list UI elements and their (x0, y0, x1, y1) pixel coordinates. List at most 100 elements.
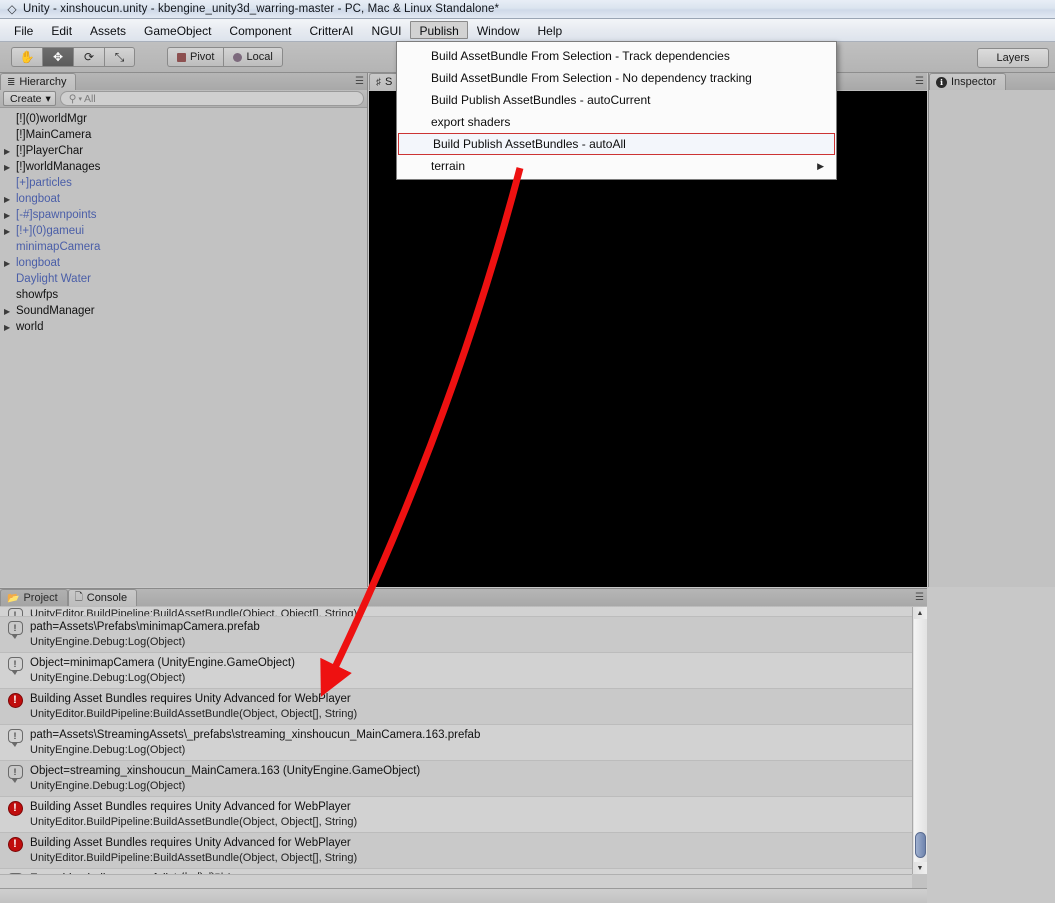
scroll-up-icon[interactable]: ▲ (914, 607, 927, 619)
console-log-entry[interactable]: ! Building Asset Bundles requires Unity A… (0, 797, 912, 833)
menu-edit[interactable]: Edit (42, 21, 81, 39)
menu-publish[interactable]: Publish (410, 21, 468, 39)
grid-icon: ♯ (376, 76, 381, 88)
move-icon: ✥ (52, 50, 64, 64)
unity-logo-icon: ◇ (7, 2, 17, 16)
console-log-entry[interactable]: ! Object=streaming_xinshoucun_MainCamera.… (0, 761, 912, 797)
hierarchy-item[interactable]: ▶ [!]worldManages (0, 159, 367, 175)
hand-tool-button[interactable]: ✋ (11, 47, 42, 67)
console-log-entry[interactable]: ! path=Assets\StreamingAssets\_prefabs\st… (0, 725, 912, 761)
spacer-icon: ▶ (4, 275, 16, 284)
publish-menu-item[interactable]: Build AssetBundle From Selection - No de… (397, 67, 836, 89)
inspector-panel: ℹ Inspector (928, 73, 1055, 587)
console-log-entry[interactable]: ! path=Assets\Prefabs\minimapCamera.prefa… (0, 617, 912, 653)
menu-help[interactable]: Help (529, 21, 572, 39)
menu-window[interactable]: Window (468, 21, 529, 39)
hierarchy-item[interactable]: ▶ world (0, 319, 367, 335)
chevron-down-icon: ▾ (45, 92, 51, 105)
move-tool-button[interactable]: ✥ (42, 47, 73, 67)
hierarchy-item[interactable]: ▶[!](0)worldMgr (0, 111, 367, 127)
hierarchy-item[interactable]: ▶minimapCamera (0, 239, 367, 255)
console-panel-menu-icon[interactable]: ☰ (915, 592, 924, 603)
hierarchy-item[interactable]: ▶ [-#]spawnpoints (0, 207, 367, 223)
log-stacktrace: UnityEditor.BuildPipeline:BuildAssetBund… (30, 816, 358, 828)
console-log-entry[interactable]: ! UnityEditor.BuildPipeline:BuildAssetBun… (0, 607, 912, 617)
menu-assets[interactable]: Assets (81, 21, 135, 39)
log-stacktrace: UnityEditor.BuildPipeline:BuildAssetBund… (30, 708, 358, 720)
scale-tool-button[interactable]: ⤡ (104, 47, 135, 67)
hierarchy-item[interactable]: ▶[+]particles (0, 175, 367, 191)
console-tab-row: 📂 Project 🗋 Console ☰ (0, 589, 927, 606)
folder-icon: 📂 (7, 592, 20, 604)
console-log-entry[interactable]: ! Object=minimapCamera (UnityEngine.GameO… (0, 653, 912, 689)
rotate-icon: ⟳ (83, 50, 95, 64)
hierarchy-item-label: [!]PlayerChar (16, 145, 84, 157)
hierarchy-item-label: longboat (16, 257, 61, 269)
expand-arrow-icon[interactable]: ▶ (4, 163, 16, 172)
publish-menu-item[interactable]: Build AssetBundle From Selection - Track… (397, 45, 836, 67)
hierarchy-item[interactable]: ▶ [!+](0)gameui (0, 223, 367, 239)
tab-console[interactable]: 🗋 Console (67, 589, 138, 606)
hierarchy-item-label: SoundManager (16, 305, 95, 317)
expand-arrow-icon[interactable]: ▶ (4, 259, 16, 268)
rotate-tool-button[interactable]: ⟳ (73, 47, 104, 67)
menu-gameobject[interactable]: GameObject (135, 21, 220, 39)
expand-arrow-icon[interactable]: ▶ (4, 307, 16, 316)
transform-tools: ✋ ✥ ⟳ ⤡ (11, 47, 135, 67)
spacer-icon: ▶ (4, 179, 16, 188)
hierarchy-item[interactable]: ▶showfps (0, 287, 367, 303)
inspector-body (929, 90, 1055, 587)
expand-arrow-icon[interactable]: ▶ (4, 147, 16, 156)
console-scrollbar[interactable]: ▲ ▼ (912, 607, 927, 874)
menu-critterai[interactable]: CritterAI (300, 21, 362, 39)
publish-menu-item[interactable]: export shaders (397, 111, 836, 133)
log-stacktrace: UnityEditor.BuildPipeline:BuildAssetBund… (30, 852, 358, 864)
menu-ngui[interactable]: NGUI (362, 21, 410, 39)
publish-menu-item[interactable]: Build Publish AssetBundles - autoCurrent (397, 89, 836, 111)
expand-arrow-icon[interactable]: ▶ (4, 195, 16, 204)
log-message: Building Asset Bundles requires Unity Ad… (30, 801, 351, 813)
scene-panel-menu-icon[interactable]: ☰ (915, 76, 924, 87)
inspector-tab-row: ℹ Inspector (929, 73, 1055, 90)
hierarchy-search-input[interactable]: ⚲ ▾ All (59, 91, 364, 106)
hierarchy-item[interactable]: ▶ [!]PlayerChar (0, 143, 367, 159)
create-dropdown-button[interactable]: Create ▾ (3, 91, 56, 106)
console-horizontal-scroll[interactable] (0, 874, 912, 888)
hierarchy-item[interactable]: ▶[!]MainCamera (0, 127, 367, 143)
hierarchy-panel-menu-icon[interactable]: ☰ (355, 76, 364, 87)
info-icon: ! (7, 765, 23, 783)
hierarchy-item[interactable]: ▶Daylight Water (0, 271, 367, 287)
scrollbar-track[interactable] (913, 619, 927, 862)
hierarchy-item[interactable]: ▶ SoundManager (0, 303, 367, 319)
console-log-entry[interactable]: ! Building Asset Bundles requires Unity A… (0, 833, 912, 869)
expand-arrow-icon[interactable]: ▶ (4, 323, 16, 332)
publish-menu-item[interactable]: terrain ▶ (397, 155, 836, 177)
console-log-entry[interactable]: ! Building Asset Bundles requires Unity A… (0, 689, 912, 725)
tab-project[interactable]: 📂 Project (0, 589, 68, 606)
pivot-toggle-button[interactable]: Pivot (167, 47, 224, 67)
log-stacktrace: UnityEditor.BuildPipeline:BuildAssetBund… (30, 608, 358, 617)
hierarchy-item-label: Daylight Water (16, 273, 91, 285)
status-bar (0, 888, 927, 903)
tab-inspector[interactable]: ℹ Inspector (929, 73, 1007, 90)
hierarchy-item[interactable]: ▶ longboat (0, 191, 367, 207)
error-icon: ! (7, 801, 23, 816)
hierarchy-item[interactable]: ▶ longboat (0, 255, 367, 271)
hierarchy-item-label: [!+](0)gameui (16, 225, 85, 237)
tab-hierarchy[interactable]: ≣ Hierarchy (0, 73, 77, 90)
expand-arrow-icon[interactable]: ▶ (4, 227, 16, 236)
console-log-list[interactable]: ! UnityEditor.BuildPipeline:BuildAssetBun… (0, 607, 912, 874)
scroll-down-icon[interactable]: ▼ (914, 862, 927, 874)
pivot-icon (177, 52, 186, 62)
project-tab-label: Project (23, 592, 58, 604)
layers-dropdown-button[interactable]: Layers (977, 48, 1049, 68)
publish-menu-item[interactable]: Build Publish AssetBundles - autoAll (398, 133, 835, 155)
info-icon: ! (7, 729, 23, 747)
expand-arrow-icon[interactable]: ▶ (4, 211, 16, 220)
menu-file[interactable]: File (5, 21, 42, 39)
scrollbar-thumb[interactable] (914, 832, 926, 858)
menu-component[interactable]: Component (220, 21, 300, 39)
publish-menu-item-label: terrain (431, 159, 466, 173)
hierarchy-panel: ≣ Hierarchy ☰ Create ▾ ⚲ ▾ All ▶[!](0)wo… (0, 73, 368, 587)
local-toggle-button[interactable]: Local (223, 47, 283, 67)
